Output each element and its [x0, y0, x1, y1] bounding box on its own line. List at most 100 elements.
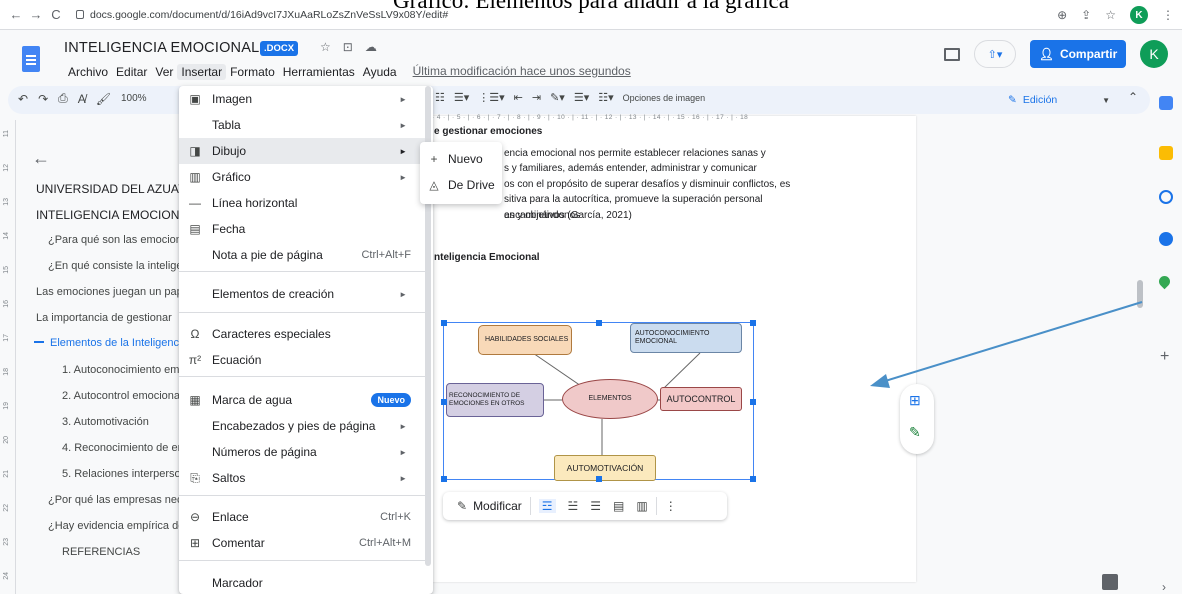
- resize-handle[interactable]: [750, 320, 756, 326]
- front-text-icon[interactable]: ▥: [636, 499, 647, 513]
- border-dash-icon[interactable]: ☷▾: [598, 91, 613, 104]
- collapse-toolbar-icon[interactable]: ⌃: [1128, 90, 1138, 104]
- user-avatar[interactable]: K: [1140, 40, 1168, 68]
- outline-item[interactable]: La importancia de gestionar: [36, 312, 180, 324]
- comment-history-icon[interactable]: [944, 47, 960, 61]
- redo-icon[interactable]: ↷: [38, 92, 48, 106]
- menu-item-breaks[interactable]: ⎘ Saltos ►: [179, 465, 425, 491]
- node-recognition[interactable]: RECONOCIMIENTO DE EMOCIONES EN OTROS: [446, 383, 544, 417]
- checklist-icon[interactable]: ☷: [435, 91, 445, 104]
- calendar-icon[interactable]: [1159, 96, 1173, 110]
- add-addon-icon[interactable]: +: [1160, 348, 1169, 366]
- more-options-icon[interactable]: ⋮: [665, 499, 677, 513]
- present-button[interactable]: ⇧▾: [974, 40, 1016, 68]
- menu-item-equation[interactable]: π² Ecuación: [179, 347, 425, 373]
- resize-handle[interactable]: [441, 320, 447, 326]
- outline-item[interactable]: 1. Autoconocimiento emocional: [62, 364, 180, 376]
- resize-handle[interactable]: [441, 399, 447, 405]
- star-icon[interactable]: ☆: [320, 40, 331, 54]
- paint-format-icon[interactable]: 🖌︎: [96, 92, 111, 106]
- contacts-icon[interactable]: [1159, 232, 1173, 246]
- behind-text-icon[interactable]: ▤: [613, 499, 624, 513]
- node-self-motivation[interactable]: AUTOMOTIVACIÓN: [554, 455, 656, 481]
- outline-item[interactable]: 2. Autocontrol emocional: [62, 390, 180, 402]
- break-text-icon[interactable]: ☰: [590, 499, 601, 513]
- outline-item[interactable]: ¿Para qué son las emociones?: [48, 234, 180, 246]
- menu-item-headers-footers[interactable]: Encabezados y pies de página ►: [179, 413, 425, 439]
- resize-handle[interactable]: [596, 476, 602, 482]
- last-modified-link[interactable]: Última modificación hace unos segundos: [413, 64, 631, 80]
- outline-item[interactable]: ¿Hay evidencia empírica de: [48, 520, 180, 532]
- suggest-edit-icon[interactable]: ✎: [909, 424, 921, 441]
- menu-ayuda[interactable]: Ayuda: [359, 64, 401, 80]
- menu-item-page-numbers[interactable]: Números de página ►: [179, 439, 425, 465]
- outline-item[interactable]: 3. Automotivación: [62, 416, 180, 428]
- menu-item-building-blocks[interactable]: Elementos de creación ►: [179, 281, 425, 307]
- mindmap-drawing[interactable]: HABILIDADES SOCIALES AUTOCONOCIMIENTO EM…: [441, 320, 756, 482]
- menu-item-date[interactable]: ▤ Fecha: [179, 216, 425, 242]
- menu-archivo[interactable]: Archivo: [64, 64, 112, 80]
- node-self-control[interactable]: AUTOCONTROL: [660, 387, 742, 411]
- bullet-list-icon[interactable]: ☰▾: [454, 91, 469, 104]
- decrease-indent-icon[interactable]: ⇤: [514, 91, 523, 104]
- submenu-item-new[interactable]: + Nuevo: [420, 146, 502, 172]
- wrap-inline-icon[interactable]: ☲: [538, 499, 556, 513]
- zoom-select[interactable]: 100%: [121, 93, 147, 104]
- menu-item-watermark[interactable]: ▦ Marca de agua Nuevo: [179, 387, 425, 413]
- spellcheck-icon[interactable]: A̸: [78, 92, 86, 106]
- resize-handle[interactable]: [596, 320, 602, 326]
- menu-formato[interactable]: Formato: [226, 64, 279, 80]
- print-icon[interactable]: ⎙: [58, 91, 68, 106]
- outline-item[interactable]: REFERENCIAS: [62, 546, 180, 558]
- outline-item[interactable]: INTELIGENCIA EMOCIONAL: [36, 208, 186, 222]
- increase-indent-icon[interactable]: ⇥: [532, 91, 541, 104]
- menu-ver[interactable]: Ver: [151, 64, 177, 80]
- resize-handle[interactable]: [750, 399, 756, 405]
- node-social-skills[interactable]: HABILIDADES SOCIALES: [478, 325, 572, 355]
- menu-item-horizontal-line[interactable]: — Línea horizontal: [179, 190, 425, 216]
- menu-item-drawing[interactable]: ◨ Dibujo ►: [179, 138, 425, 164]
- numbered-list-icon[interactable]: ⋮☰▾: [478, 91, 504, 104]
- menu-item-image[interactable]: ▣ Imagen ►: [179, 86, 425, 112]
- undo-icon[interactable]: ↶: [18, 92, 28, 106]
- explore-icon[interactable]: [1102, 574, 1118, 590]
- share-button[interactable]: 👤︎ Compartir: [1030, 40, 1126, 68]
- keep-icon[interactable]: [1159, 146, 1173, 160]
- border-color-icon[interactable]: ✎▾: [550, 91, 565, 104]
- tasks-icon[interactable]: [1159, 190, 1173, 204]
- wrap-text-icon[interactable]: ☱: [568, 499, 579, 513]
- document-title[interactable]: INTELIGENCIA EMOCIONAL: [64, 40, 259, 56]
- docs-logo-icon[interactable]: [22, 46, 40, 72]
- menu-item-bookmark[interactable]: Marcador: [179, 570, 425, 594]
- border-weight-icon[interactable]: ☰▾: [574, 91, 589, 104]
- outline-item[interactable]: 5. Relaciones interpersonales: [62, 468, 180, 480]
- submenu-item-from-drive[interactable]: ◬ De Drive: [420, 172, 502, 198]
- outline-item[interactable]: UNIVERSIDAD DEL AZUAY: [36, 182, 186, 196]
- menu-item-comment[interactable]: ⊞ Comentar Ctrl+Alt+M: [179, 530, 425, 556]
- maps-icon[interactable]: [1156, 273, 1173, 290]
- menu-herramientas[interactable]: Herramientas: [279, 64, 359, 80]
- modify-button[interactable]: Modificar: [473, 499, 522, 513]
- outline-item[interactable]: Las emociones juegan un papel: [36, 286, 180, 298]
- outline-item[interactable]: ¿Por qué las empresas necesitan: [48, 494, 180, 506]
- outline-item-active[interactable]: Elementos de la Inteligencia Emocional: [50, 337, 180, 349]
- menu-item-link[interactable]: ⊖ Enlace Ctrl+K: [179, 504, 425, 530]
- menu-item-chart[interactable]: ▥ Gráfico ►: [179, 164, 425, 190]
- menu-item-table[interactable]: Tabla ►: [179, 112, 425, 138]
- outline-back-icon[interactable]: ←: [32, 148, 50, 169]
- resize-handle[interactable]: [441, 476, 447, 482]
- cloud-status-icon[interactable]: ☁: [365, 40, 377, 54]
- outline-item[interactable]: 4. Reconocimiento de emociones: [62, 442, 180, 454]
- move-folder-icon[interactable]: ⊡: [343, 40, 353, 54]
- resize-handle[interactable]: [750, 476, 756, 482]
- node-self-awareness[interactable]: AUTOCONOCIMIENTO EMOCIONAL: [630, 323, 742, 353]
- editing-mode-select[interactable]: ✎ Edición ▼: [1008, 89, 1110, 111]
- node-center[interactable]: ELEMENTOS: [562, 379, 658, 419]
- chevron-right-icon[interactable]: ›: [1162, 580, 1166, 594]
- outline-item[interactable]: ¿En qué consiste la inteligencia emocion…: [48, 260, 180, 272]
- menu-editar[interactable]: Editar: [112, 64, 151, 80]
- menu-item-footnote[interactable]: Nota a pie de página Ctrl+Alt+F: [179, 242, 425, 268]
- menu-insertar[interactable]: Insertar: [177, 64, 227, 80]
- menu-item-special-chars[interactable]: Ω Caracteres especiales: [179, 321, 425, 347]
- image-options-button[interactable]: Opciones de imagen: [623, 93, 706, 103]
